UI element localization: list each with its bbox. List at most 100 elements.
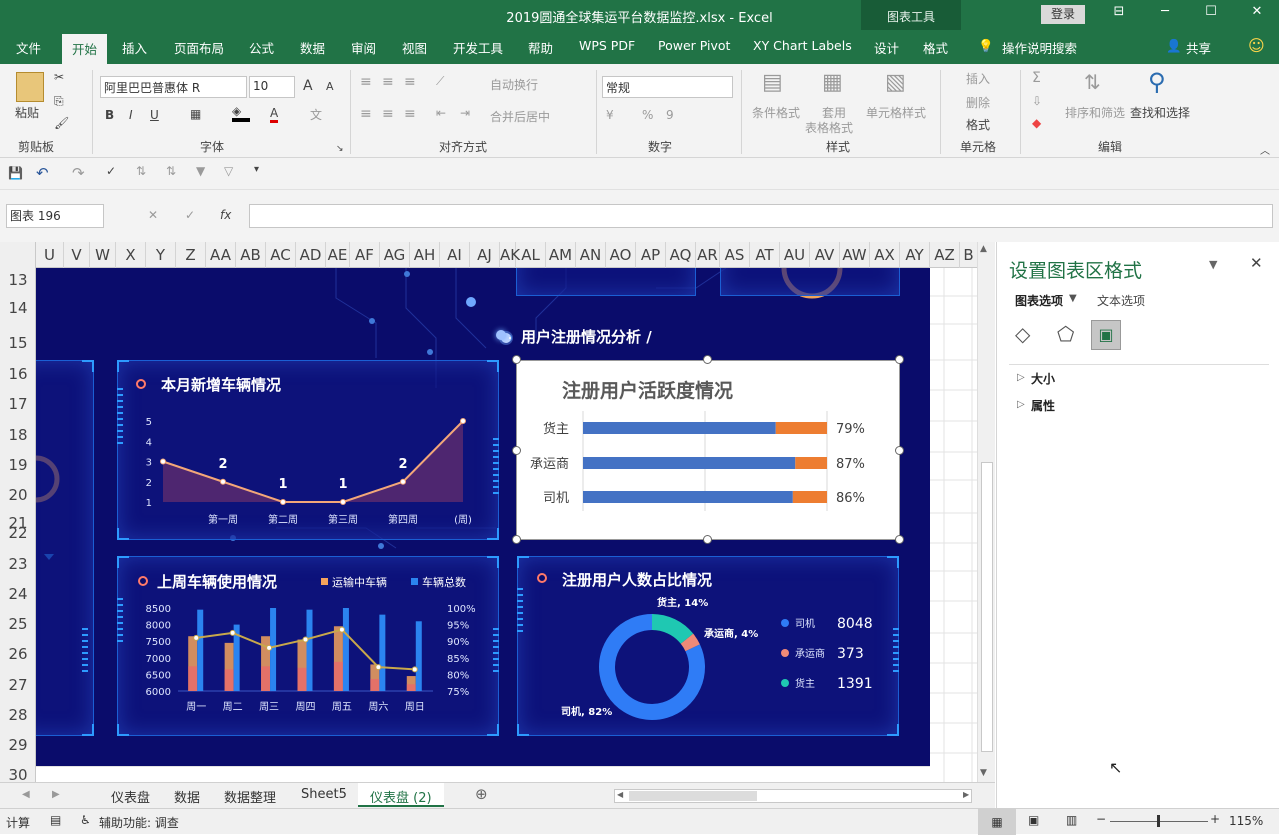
insert-function-icon[interactable]: fx xyxy=(220,208,231,222)
column-header[interactable]: AL xyxy=(516,242,546,268)
resize-handle[interactable] xyxy=(895,535,904,544)
copy-icon[interactable]: ⎘ xyxy=(54,94,64,109)
sheet-grid[interactable] xyxy=(930,268,977,782)
column-header[interactable]: AG xyxy=(380,242,410,268)
fill-icon[interactable]: ⇩ xyxy=(1032,94,1042,108)
row-header[interactable]: 13 xyxy=(0,271,36,289)
column-header[interactable]: B xyxy=(960,242,978,268)
accessibility-status[interactable]: 辅助功能: 调查 xyxy=(99,814,179,831)
cut-icon[interactable]: ✂ xyxy=(54,70,64,84)
column-header[interactable]: AR xyxy=(696,242,720,268)
confirm-entry-icon[interactable]: ✓ xyxy=(185,208,195,222)
align-bottom-icon[interactable]: ≡ xyxy=(404,74,416,90)
expand-properties-icon[interactable]: ▷ xyxy=(1017,399,1025,410)
grow-font-button[interactable]: A xyxy=(303,78,313,94)
section-properties[interactable]: 属性 xyxy=(1031,397,1055,414)
merge-center-button[interactable]: 合并后居中 xyxy=(490,108,550,125)
zoom-in-icon[interactable]: + xyxy=(1210,812,1220,826)
insert-cells-button[interactable]: 插入 xyxy=(966,70,990,87)
align-center-icon[interactable]: ≡ xyxy=(382,106,394,122)
row-header[interactable]: 14 xyxy=(0,299,36,317)
zoom-level[interactable]: 115% xyxy=(1229,814,1263,828)
sheet-tab[interactable]: 数据整理 xyxy=(224,787,276,806)
resize-handle[interactable] xyxy=(895,446,904,455)
column-header[interactable]: AP xyxy=(636,242,666,268)
scroll-down-icon[interactable]: ▼ xyxy=(980,768,987,778)
row-header[interactable]: 22 xyxy=(0,524,36,542)
pane-close-icon[interactable]: ✕ xyxy=(1250,254,1263,272)
column-header[interactable]: AC xyxy=(266,242,296,268)
tab-design[interactable]: 设计 xyxy=(874,38,899,57)
name-box[interactable]: 图表 196 xyxy=(6,204,104,228)
vertical-scrollbar[interactable]: ▲ ▼ xyxy=(977,242,995,782)
pane-options-icon[interactable]: ▼ xyxy=(1209,258,1217,271)
zoom-slider-thumb[interactable] xyxy=(1157,815,1160,827)
tab-home[interactable]: 开始 xyxy=(62,34,108,64)
format-table-button-l2[interactable]: 表格格式 xyxy=(805,119,853,136)
expand-size-icon[interactable]: ▷ xyxy=(1017,372,1025,383)
add-sheet-icon[interactable]: ⊕ xyxy=(475,785,488,803)
sheet-tab[interactable]: 数据 xyxy=(174,787,200,806)
font-name-dropdown[interactable]: 阿里巴巴普惠体 R xyxy=(100,76,247,98)
column-header[interactable]: AX xyxy=(870,242,900,268)
page-break-view-icon[interactable]: ▥ xyxy=(1066,813,1077,827)
align-top-icon[interactable]: ≡ xyxy=(360,74,372,90)
panel-vehicle-usage[interactable]: 上周车辆使用情况 8500 8000 7500 7000 6500 6000 100% 95%… xyxy=(117,556,499,736)
sheet-tab[interactable]: 仪表盘 xyxy=(111,787,150,806)
filter-icon[interactable]: ▼ xyxy=(196,164,205,178)
conditional-format-button[interactable]: 条件格式 xyxy=(752,104,800,121)
column-header[interactable]: AK xyxy=(500,242,520,268)
login-button[interactable]: 登录 xyxy=(1041,5,1085,24)
tab-review[interactable]: 审阅 xyxy=(351,38,376,57)
bold-button[interactable]: B xyxy=(105,108,114,122)
column-header[interactable]: AZ xyxy=(930,242,960,268)
row-header[interactable]: 25 xyxy=(0,615,36,633)
accounting-icon[interactable]: ¥ xyxy=(606,108,614,122)
find-select-icon[interactable]: ⚲ xyxy=(1148,68,1166,96)
spell-check-icon[interactable]: ✓ xyxy=(106,164,116,178)
scroll-left-icon[interactable]: ◀ xyxy=(617,790,623,799)
column-header[interactable]: AM xyxy=(546,242,576,268)
fill-line-icon[interactable]: ◇ xyxy=(1015,322,1030,346)
resize-handle[interactable] xyxy=(512,535,521,544)
undo-icon[interactable]: ↶ xyxy=(36,164,49,182)
column-header[interactable]: AF xyxy=(350,242,380,268)
hscroll-thumb[interactable] xyxy=(629,791,757,801)
clear-filter-icon[interactable]: ▽ xyxy=(224,164,233,178)
column-header[interactable]: X xyxy=(116,242,146,268)
font-dialog-launcher-icon[interactable]: ↘ xyxy=(336,144,344,154)
tab-wps-pdf[interactable]: WPS PDF xyxy=(579,38,635,53)
row-header[interactable]: 17 xyxy=(0,395,36,413)
align-right-icon[interactable]: ≡ xyxy=(404,106,416,122)
number-format-dropdown[interactable]: 常规 xyxy=(602,76,733,98)
paste-button[interactable]: 粘贴 xyxy=(15,104,39,121)
orientation-icon[interactable]: ⟋ xyxy=(436,74,444,89)
collapse-ribbon-icon[interactable]: ︿ xyxy=(1260,142,1270,157)
row-header[interactable]: 16 xyxy=(0,365,36,383)
section-size[interactable]: 大小 xyxy=(1031,370,1055,387)
row-header[interactable]: 26 xyxy=(0,645,36,663)
tab-insert[interactable]: 插入 xyxy=(122,38,147,57)
macro-record-icon[interactable]: ▤ xyxy=(50,813,61,827)
column-header[interactable]: AB xyxy=(236,242,266,268)
resize-handle[interactable] xyxy=(703,355,712,364)
column-header[interactable]: U xyxy=(36,242,64,268)
row-header[interactable]: 18 xyxy=(0,426,36,444)
tab-help[interactable]: 帮助 xyxy=(528,38,553,57)
tab-view[interactable]: 视图 xyxy=(402,38,427,57)
cancel-entry-icon[interactable]: ✕ xyxy=(148,208,158,222)
accessibility-icon[interactable]: ♿ xyxy=(80,813,91,827)
cell-styles-button[interactable]: 单元格样式 xyxy=(866,104,926,121)
minimize-button[interactable]: ─ xyxy=(1154,4,1176,24)
zoom-out-icon[interactable]: − xyxy=(1096,812,1106,826)
column-header[interactable]: AQ xyxy=(666,242,696,268)
column-header[interactable]: AY xyxy=(900,242,930,268)
tab-file[interactable]: 文件 xyxy=(16,38,41,57)
chart-options-chevron-icon[interactable]: ▼ xyxy=(1069,293,1077,304)
resize-handle[interactable] xyxy=(512,355,521,364)
row-header[interactable]: 27 xyxy=(0,676,36,694)
column-header[interactable]: AD xyxy=(296,242,326,268)
column-header[interactable]: V xyxy=(64,242,90,268)
tab-power-pivot[interactable]: Power Pivot xyxy=(658,38,730,53)
row-header[interactable]: 15 xyxy=(0,334,36,352)
